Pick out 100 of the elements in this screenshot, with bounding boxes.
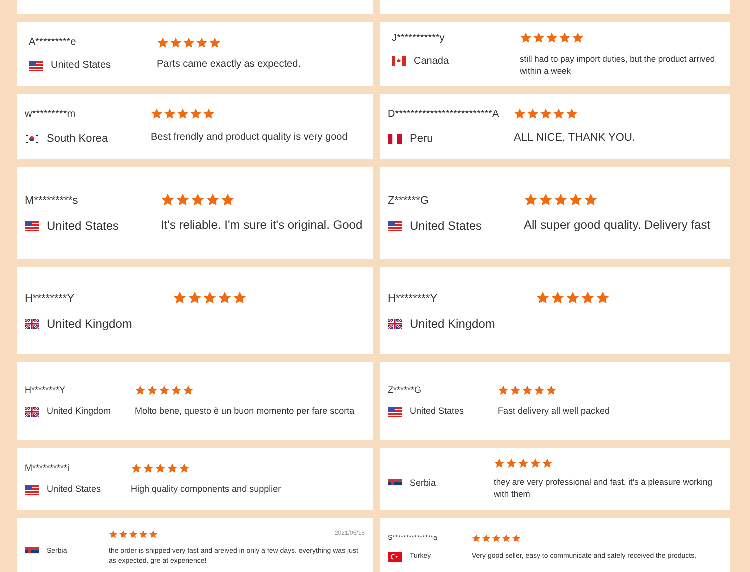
star-icon — [206, 193, 220, 207]
flag-icon — [25, 221, 39, 231]
star-icon — [147, 384, 158, 396]
review-comment: All super good quality. Delivery fast — [524, 217, 712, 234]
star-icon — [203, 290, 217, 304]
star-icon — [176, 193, 190, 207]
flag-icon — [29, 60, 43, 70]
star-icon — [190, 108, 202, 120]
star-icon — [553, 108, 565, 120]
star-icon — [539, 193, 553, 207]
star-icon — [209, 36, 221, 48]
country-label: United States — [47, 218, 120, 235]
country-label: United Kingdom — [47, 316, 132, 332]
star-icon — [530, 458, 541, 469]
star-icon — [183, 36, 195, 48]
star-icon — [572, 32, 584, 44]
reviewer-name: A*********e — [29, 37, 76, 48]
star-icon — [191, 193, 205, 207]
flag-icon — [388, 134, 402, 144]
review-comment: High quality components and supplier — [131, 483, 282, 496]
star-icon — [173, 290, 187, 304]
review-comment: still had to pay import duties, but the product arrived within a week — [520, 54, 716, 78]
flag-icon — [25, 318, 39, 328]
reviewer-name: J***********y — [392, 32, 445, 44]
star-icon — [139, 530, 148, 539]
reviewer-name: w*********m — [25, 109, 76, 120]
star-icon — [559, 32, 571, 44]
country-label: United States — [51, 59, 112, 73]
flag-icon — [388, 478, 402, 489]
flag-icon — [25, 134, 39, 144]
star-icon — [177, 108, 189, 120]
star-icon — [542, 458, 553, 469]
star-icon — [155, 462, 166, 474]
review-comment: they are very professional and fast. it's a pleasure working with them — [494, 476, 714, 500]
country-label: Peru — [410, 132, 434, 146]
star-icon — [502, 534, 511, 544]
star-icon — [492, 534, 501, 544]
star-icon — [533, 32, 545, 44]
star-icon — [151, 108, 163, 120]
review-comment: It's reliable. I'm sure it's original. Good — [161, 217, 364, 234]
star-icon — [164, 108, 176, 120]
star-icon — [518, 458, 529, 469]
star-icon — [183, 384, 194, 396]
star-icon — [203, 108, 215, 120]
country-label: United States — [410, 218, 482, 235]
country-label: United Kingdom — [47, 405, 112, 418]
reviewer-name: H********Y — [25, 384, 66, 394]
country-label: United Kingdom — [410, 316, 496, 332]
reviewer-name: D*************************A — [388, 109, 500, 120]
star-icon — [566, 108, 578, 120]
country-label: United States — [47, 483, 102, 496]
reviewer-name: M*********s — [25, 195, 78, 207]
star-icon — [167, 462, 178, 474]
flag-icon — [25, 484, 39, 495]
star-icon — [161, 193, 175, 207]
star-icon — [596, 290, 610, 304]
flag-icon — [388, 406, 402, 417]
star-icon — [536, 290, 550, 304]
flag-icon — [388, 221, 402, 231]
country-label: Canada — [414, 54, 450, 69]
review-comment: Molto bene, questo è un buon momento per fare scorta — [135, 405, 356, 418]
star-icon — [524, 193, 538, 207]
star-icon — [506, 458, 517, 469]
star-icon — [522, 384, 533, 396]
star-icon — [472, 534, 481, 544]
star-icon — [233, 290, 247, 304]
star-icon — [566, 290, 580, 304]
star-icon — [149, 530, 158, 539]
star-icon — [171, 384, 182, 396]
star-icon — [494, 458, 505, 469]
star-icon — [581, 290, 595, 304]
star-icon — [510, 384, 521, 396]
star-icon — [540, 108, 552, 120]
star-icon — [119, 530, 128, 539]
star-icon — [179, 462, 190, 474]
reviewer-name: Z******G — [388, 384, 422, 394]
star-icon — [157, 36, 169, 48]
review-comment: Best frendly and product quality is very good — [151, 130, 349, 144]
star-icon — [135, 384, 146, 396]
review-comment: Fast delivery all well packed — [498, 405, 612, 418]
star-icon — [546, 32, 558, 44]
star-icon — [554, 193, 568, 207]
reviewer-name: Z******G — [388, 195, 429, 207]
star-icon — [546, 384, 557, 396]
star-icon — [129, 530, 138, 539]
star-icon — [131, 462, 142, 474]
star-icon — [514, 108, 526, 120]
country-label: South Korea — [47, 132, 108, 146]
star-icon — [196, 36, 208, 48]
flag-icon — [25, 406, 39, 417]
star-icon — [109, 530, 118, 539]
country-label: United States — [410, 405, 464, 418]
reviewer-name: H********Y — [25, 292, 75, 304]
star-icon — [520, 32, 532, 44]
star-icon — [170, 36, 182, 48]
star-icon — [512, 534, 521, 544]
review-comment: Parts came exactly as expected. — [157, 58, 302, 72]
star-icon — [221, 193, 235, 207]
reviewer-name: H********Y — [388, 292, 438, 304]
star-icon — [551, 290, 565, 304]
